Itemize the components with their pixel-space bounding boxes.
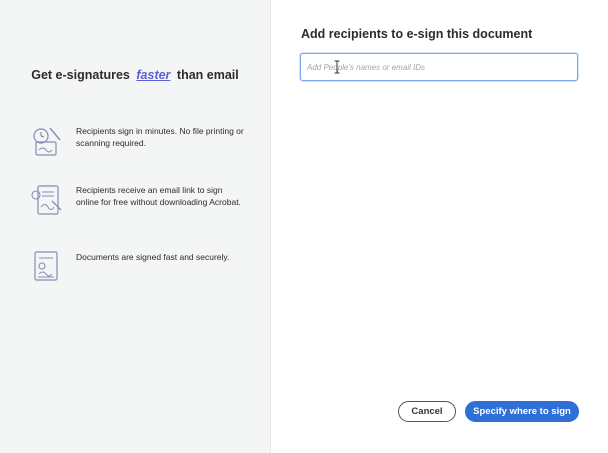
info-title: Get e-signatures faster than email (0, 68, 270, 82)
info-title-end: than email (176, 68, 239, 82)
recipients-title: Add recipients to e-sign this document (301, 27, 533, 41)
info-title-accent: faster (136, 68, 171, 82)
feature-item-secure: Documents are signed fast and securely. (30, 250, 260, 290)
secure-signed-document-icon (34, 251, 58, 281)
feature-item-sign-minutes: Recipients sign in minutes. No file prin… (30, 124, 260, 164)
feature-item-email-link: Recipients receive an email link to sign… (30, 183, 260, 223)
recipients-input[interactable] (300, 53, 578, 81)
text-cursor-icon (334, 60, 340, 74)
signing-clock-icon (33, 127, 61, 156)
info-title-start: Get e-signatures (31, 68, 130, 82)
email-sign-document-icon (31, 185, 62, 215)
cancel-button[interactable]: Cancel (398, 401, 456, 422)
feature-text: Documents are signed fast and securely. (76, 252, 230, 262)
specify-where-to-sign-button[interactable]: Specify where to sign (465, 401, 579, 422)
feature-text: Recipients sign in minutes. No file prin… (76, 126, 244, 148)
info-panel: Get e-signatures faster than email Recip… (0, 0, 271, 453)
feature-text: Recipients receive an email link to sign… (76, 185, 241, 207)
e-sign-dialog: Get e-signatures faster than email Recip… (0, 0, 608, 453)
